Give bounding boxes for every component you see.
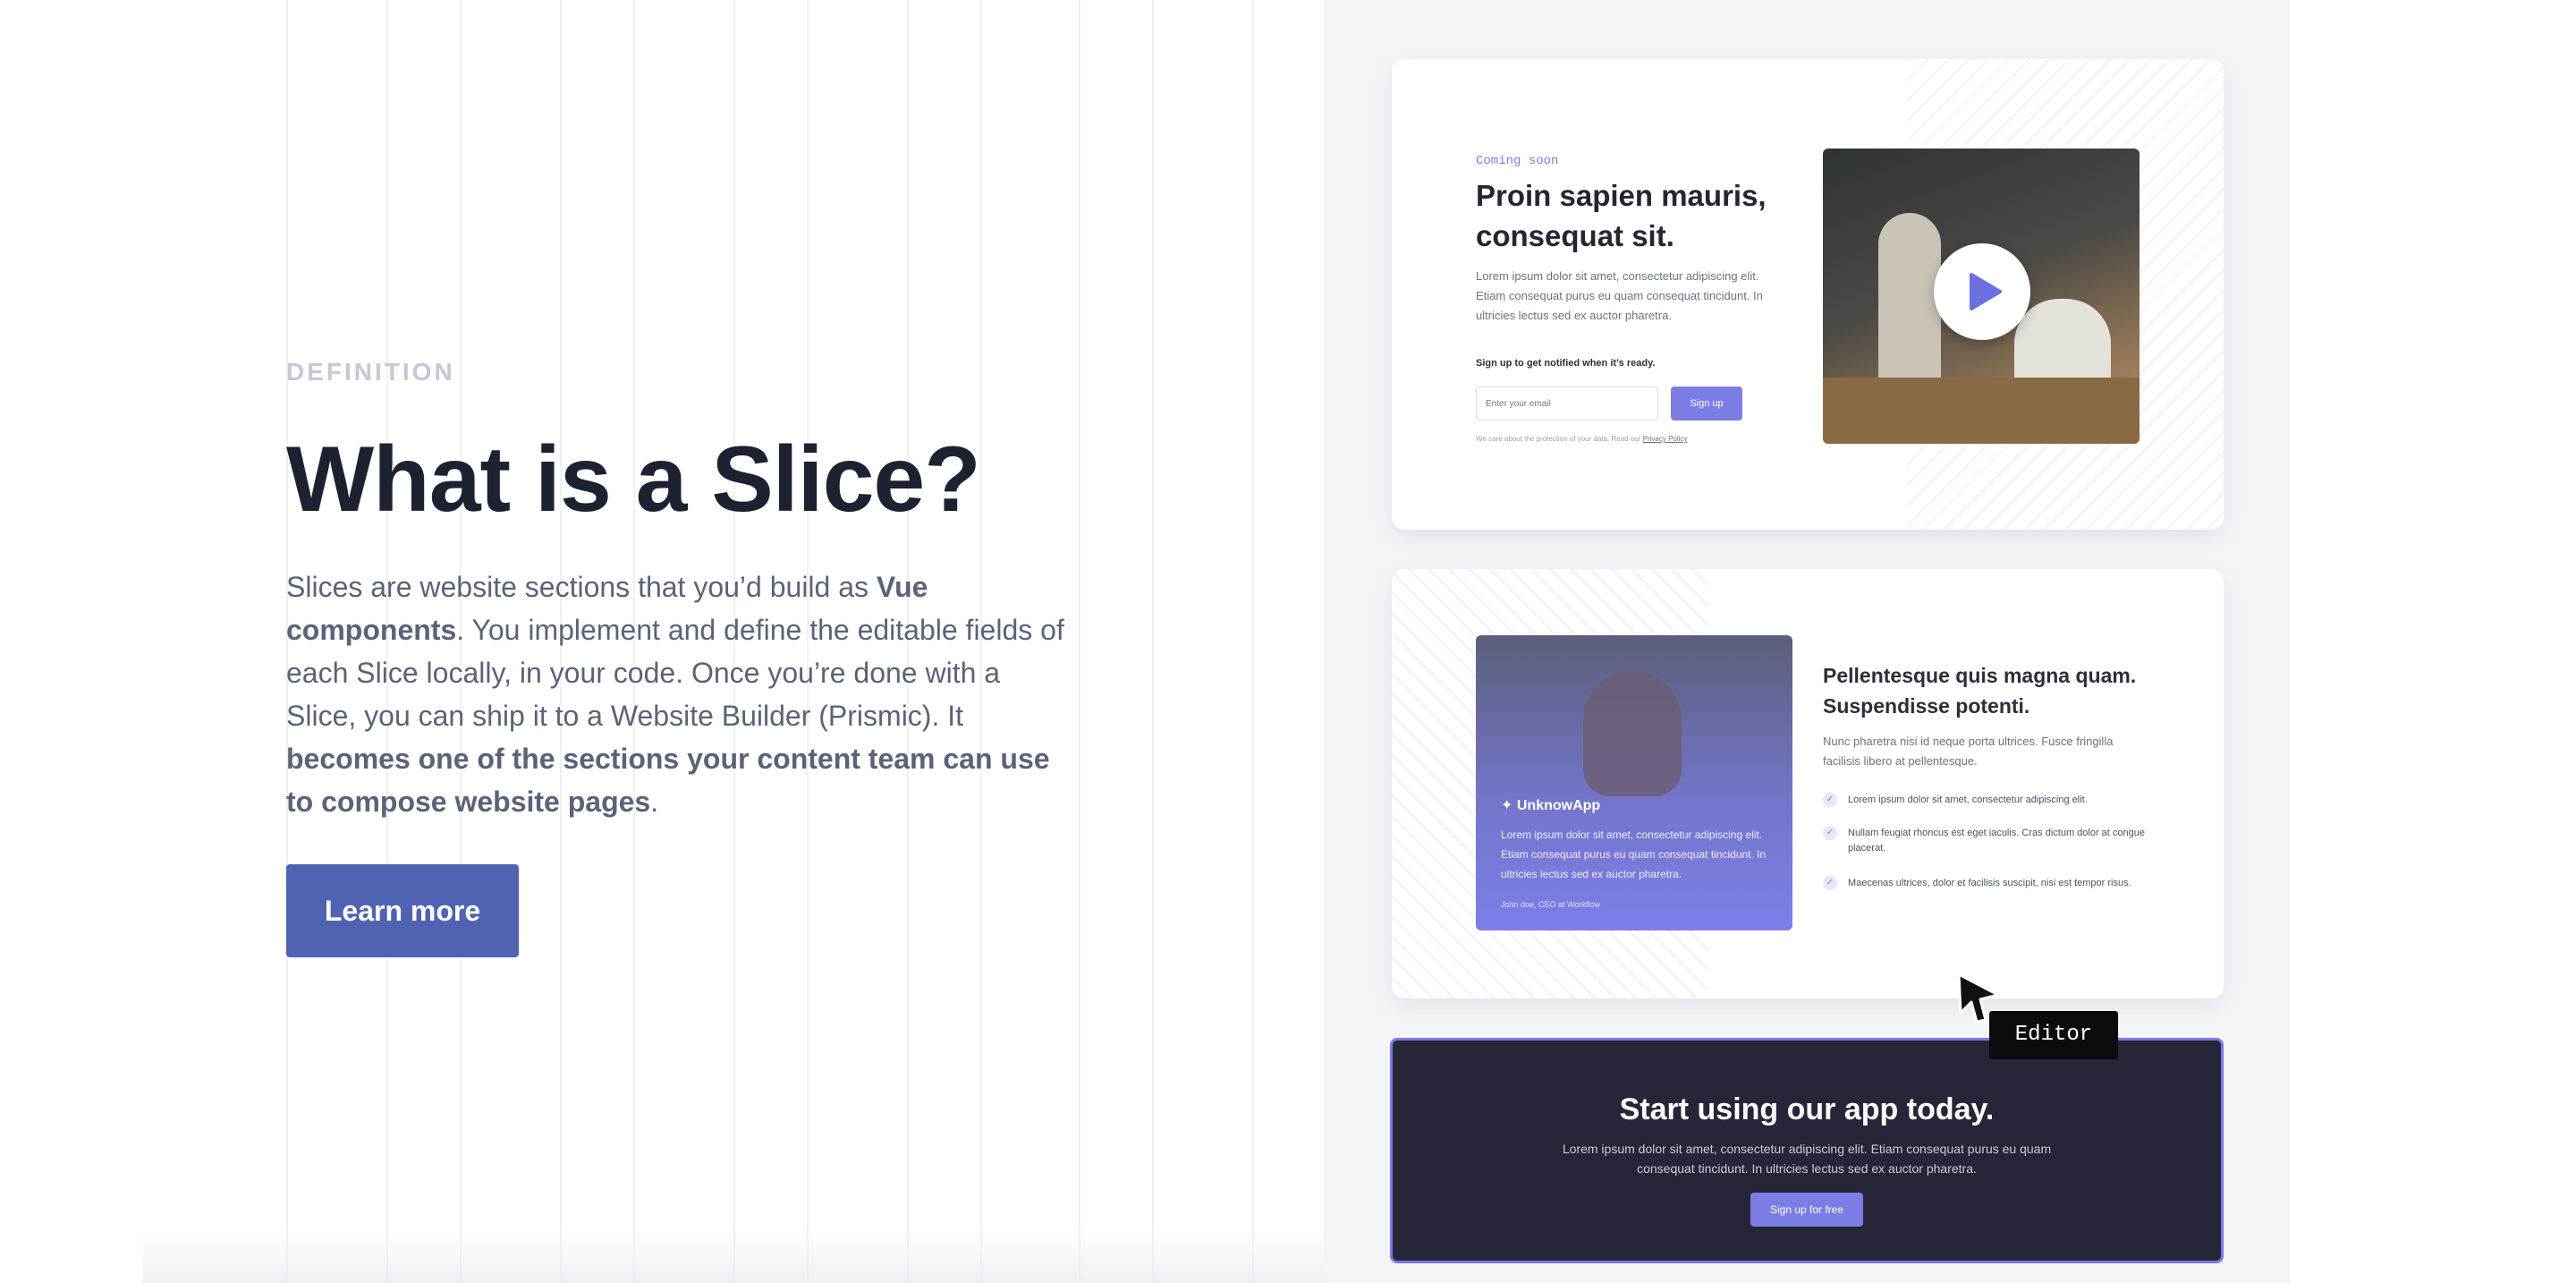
signup-free-button[interactable]: Sign up for free — [1750, 1193, 1863, 1227]
editor-tag: Editor — [1989, 1011, 2118, 1059]
card-body: Nunc pharetra nisi id neque porta ultric… — [1823, 735, 2114, 768]
slice-card-signup[interactable]: Coming soon Proin sapien mauris, consequ… — [1392, 59, 2224, 530]
para-text-3: . — [650, 786, 659, 818]
section-eyebrow: DEFINITION — [286, 358, 455, 386]
check-icon: ✓ — [1823, 793, 1837, 807]
para-text-1: Slices are website sections that you’d b… — [286, 571, 877, 603]
signup-button[interactable]: Sign up — [1671, 387, 1742, 421]
table — [1823, 378, 2140, 444]
definition-paragraph: Slices are website sections that you’d b… — [286, 565, 1073, 823]
check-icon: ✓ — [1823, 826, 1837, 840]
sparkle-icon: ✦ — [1501, 798, 1517, 813]
slice-card-testimonial[interactable]: ✦ UnknowApp Lorem ipsum dolor sit amet, … — [1392, 569, 2224, 998]
video-thumbnail[interactable] — [1823, 149, 2140, 444]
portrait — [1583, 671, 1682, 796]
page-title: What is a Slice? — [286, 428, 981, 531]
cta-body: Lorem ipsum dolor sit amet, consectetur … — [1562, 1142, 2052, 1176]
check-icon: ✓ — [1823, 876, 1837, 890]
privacy-text: We care about the protection of your dat… — [1476, 435, 1643, 443]
signup-note: Sign up to get notified when it’s ready. — [1476, 358, 1656, 369]
testimonial-quote: Lorem ipsum dolor sit amet, consectetur … — [1501, 828, 1767, 880]
learn-more-button[interactable]: Learn more — [286, 864, 519, 957]
privacy-policy-link[interactable]: Privacy Policy — [1643, 435, 1688, 443]
feature-text: Nullam feugiat rhoncus est eget iaculis.… — [1848, 828, 2146, 854]
testimonial-author: John doe, CEO at Workflow — [1501, 900, 1600, 909]
testimonial-card: ✦ UnknowApp Lorem ipsum dolor sit amet, … — [1476, 635, 1792, 930]
bottom-fade — [143, 1226, 1324, 1283]
list-item: ✓ Nullam feugiat rhoncus est eget iaculis… — [1823, 826, 2154, 856]
card-title: Proin sapien mauris, consequat sit. — [1476, 179, 1767, 252]
list-item: ✓ Maecenas ultrices, dolor et facilisis s… — [1823, 876, 2154, 891]
cta-title: Start using our app today. — [1619, 1092, 1995, 1126]
company-name: UnknowApp — [1516, 798, 1601, 813]
slice-card-cta[interactable]: Start using our app today. Lorem ipsum d… — [1390, 1038, 2224, 1263]
email-input[interactable] — [1476, 387, 1658, 421]
card-eyebrow: Coming soon — [1476, 154, 1559, 168]
feature-list: ✓ Lorem ipsum dolor sit amet, consectetur… — [1823, 793, 2154, 909]
para-bold-2: becomes one of the sections your content… — [286, 743, 1050, 818]
card-title: Pellentesque quis magna quam. Suspendiss… — [1823, 664, 2137, 718]
privacy-note: We care about the protection of your dat… — [1476, 435, 1687, 443]
feature-text: Lorem ipsum dolor sit amet, consectetur … — [1848, 794, 2088, 805]
play-icon — [1970, 273, 2002, 310]
feature-text: Maecenas ultrices, dolor et facilisis su… — [1848, 878, 2131, 888]
card-body: Lorem ipsum dolor sit amet, consectetur … — [1476, 269, 1763, 322]
company-logo: ✦ UnknowApp — [1501, 796, 1600, 814]
list-item: ✓ Lorem ipsum dolor sit amet, consectetur… — [1823, 793, 2154, 808]
play-button[interactable] — [1934, 243, 2030, 340]
